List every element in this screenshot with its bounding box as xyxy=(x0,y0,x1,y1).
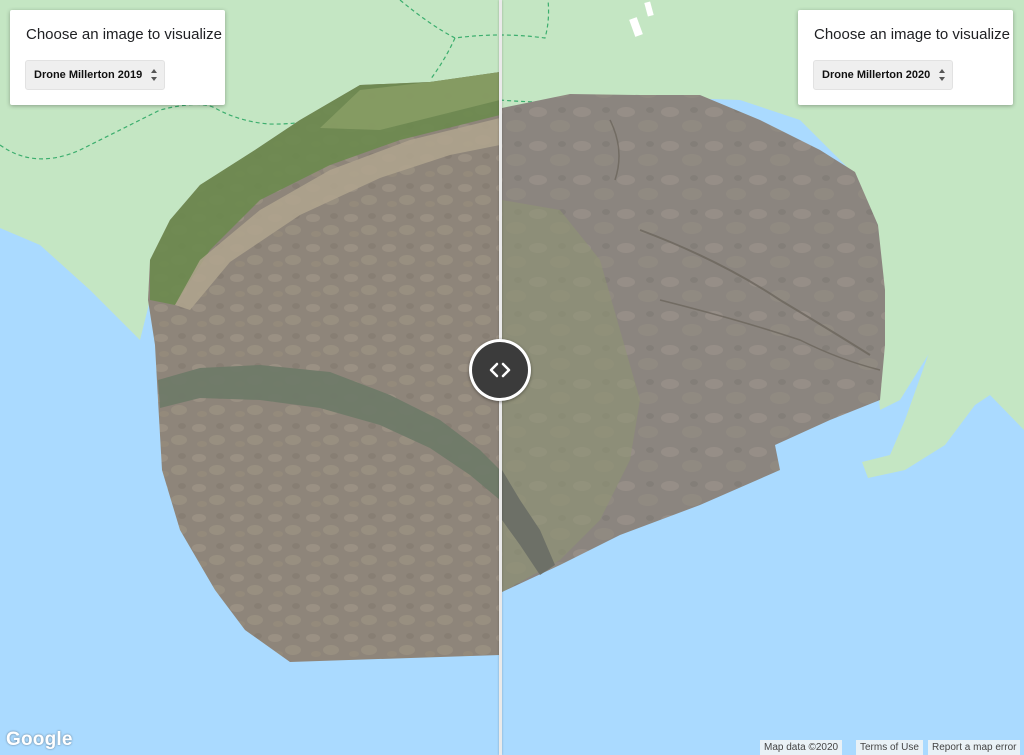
right-image-chooser-panel: Choose an image to visualize Drone Mille… xyxy=(798,10,1013,105)
report-map-error-link[interactable]: Report a map error xyxy=(928,740,1021,755)
left-image-select[interactable]: Drone Millerton 2019 xyxy=(25,60,166,90)
right-image-select-value: Drone Millerton 2020 xyxy=(822,69,931,81)
left-image-select-value: Drone Millerton 2019 xyxy=(34,69,143,81)
right-panel-title: Choose an image to visualize xyxy=(814,26,1010,43)
chevrons-left-right-icon xyxy=(489,362,511,378)
left-image-chooser-panel: Choose an image to visualize Drone Mille… xyxy=(10,10,225,105)
swipe-handle-knob xyxy=(472,342,528,398)
google-logo[interactable]: Google xyxy=(6,729,73,751)
sort-arrows-icon xyxy=(939,69,946,81)
swipe-handle[interactable] xyxy=(469,339,531,401)
right-image-select[interactable]: Drone Millerton 2020 xyxy=(813,60,954,90)
sort-arrows-icon xyxy=(151,69,158,81)
left-panel-title: Choose an image to visualize xyxy=(26,26,222,43)
map-data-attribution[interactable]: Map data ©2020 xyxy=(760,740,843,755)
terms-of-use-link[interactable]: Terms of Use xyxy=(856,740,923,755)
